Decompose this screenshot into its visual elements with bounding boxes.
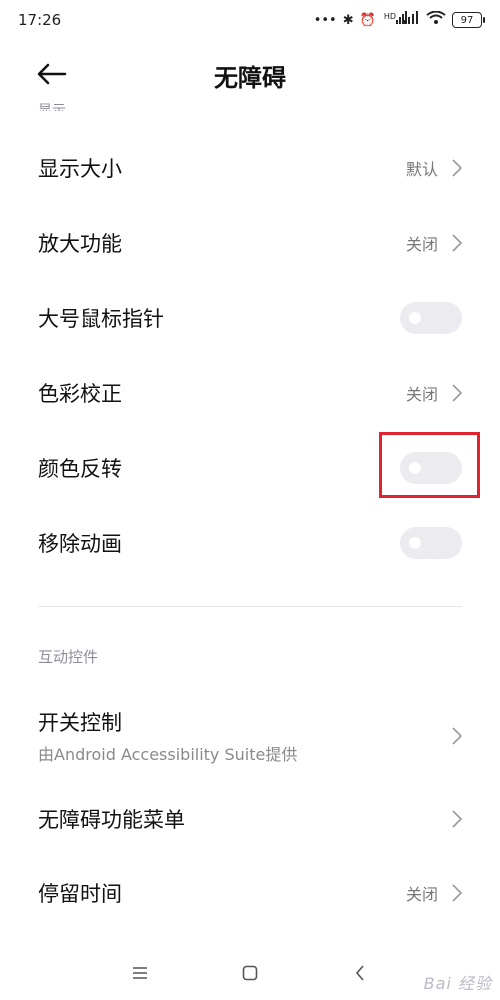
setting-label: 无障碍功能菜单 xyxy=(38,808,185,832)
section-divider xyxy=(38,606,462,607)
setting-value: 关闭 xyxy=(405,384,438,404)
page-title: 无障碍 xyxy=(214,63,286,92)
back-button[interactable] xyxy=(36,58,68,90)
setting-subtitle: 由Android Accessibility Suite提供 xyxy=(38,745,298,764)
status-icons: ••• ✱ ⏰ HD 97 xyxy=(313,10,485,29)
wifi-icon xyxy=(426,10,446,29)
setting-large-pointer: 大号鼠标指针 xyxy=(0,280,500,355)
chevron-right-icon xyxy=(452,810,462,828)
menu-icon xyxy=(133,966,147,979)
nav-back-button[interactable] xyxy=(345,958,375,988)
chevron-right-icon xyxy=(452,727,462,745)
setting-value: 关闭 xyxy=(405,885,438,904)
setting-remove-animations: 移除动画 xyxy=(0,505,500,580)
toggle-knob xyxy=(409,536,421,549)
bluetooth-icon: ✱ xyxy=(342,12,354,28)
setting-accessibility-menu[interactable]: 无障碍功能菜单 xyxy=(0,782,500,856)
setting-label: 大号鼠标指针 xyxy=(38,306,164,331)
battery-level: 97 xyxy=(460,14,474,26)
setting-color-correction[interactable]: 色彩校正 关闭 xyxy=(0,355,500,430)
section-label-display: 显示 xyxy=(38,103,66,111)
setting-switch-access[interactable]: 开关控制 由Android Accessibility Suite提供 xyxy=(0,696,500,776)
setting-label: 显示大小 xyxy=(38,156,122,181)
large-pointer-toggle[interactable] xyxy=(400,301,462,334)
chevron-right-icon xyxy=(452,158,462,177)
home-button[interactable] xyxy=(235,958,265,988)
chevron-right-icon xyxy=(452,383,462,402)
setting-dwell-time[interactable]: 停留时间 关闭 xyxy=(0,856,500,930)
setting-label: 放大功能 xyxy=(38,231,122,256)
setting-label: 停留时间 xyxy=(38,882,122,906)
status-time: 17:26 xyxy=(18,11,62,29)
setting-magnification[interactable]: 放大功能 关闭 xyxy=(0,205,500,280)
setting-label: 色彩校正 xyxy=(38,381,122,406)
setting-value: 默认 xyxy=(405,159,438,179)
setting-label: 移除动画 xyxy=(38,531,122,556)
chevron-right-icon xyxy=(452,884,462,902)
home-square-icon xyxy=(242,965,258,980)
chevron-left-icon xyxy=(355,964,364,981)
toggle-knob xyxy=(409,311,421,324)
more-dots-icon: ••• xyxy=(313,12,337,28)
status-bar: 17:26 ••• ✱ ⏰ HD 97 xyxy=(0,0,500,40)
setting-value: 关闭 xyxy=(405,234,438,254)
alarm-icon: ⏰ xyxy=(359,12,376,28)
chevron-right-icon xyxy=(452,233,462,252)
setting-label: 颜色反转 xyxy=(38,456,122,481)
display-settings-list: 显示大小 默认 放大功能 关闭 大号鼠标指针 色彩校正 关闭 颜色反转 移除动画 xyxy=(0,130,500,580)
network-type-label: HD xyxy=(383,11,396,21)
recents-button[interactable] xyxy=(125,958,155,988)
remove-animations-toggle[interactable] xyxy=(400,526,462,559)
watermark-logo: Bai 经验 xyxy=(423,974,492,993)
signal-icon-2 xyxy=(402,11,420,29)
setting-label: 开关控制 xyxy=(38,711,122,735)
header: 无障碍 xyxy=(0,40,500,110)
highlight-annotation-box xyxy=(379,432,480,498)
battery-icon: 97 xyxy=(452,12,485,28)
section-label-interaction: 互动控件 xyxy=(38,648,99,666)
setting-display-size[interactable]: 显示大小 默认 xyxy=(0,130,500,205)
back-arrow-icon xyxy=(37,63,67,85)
